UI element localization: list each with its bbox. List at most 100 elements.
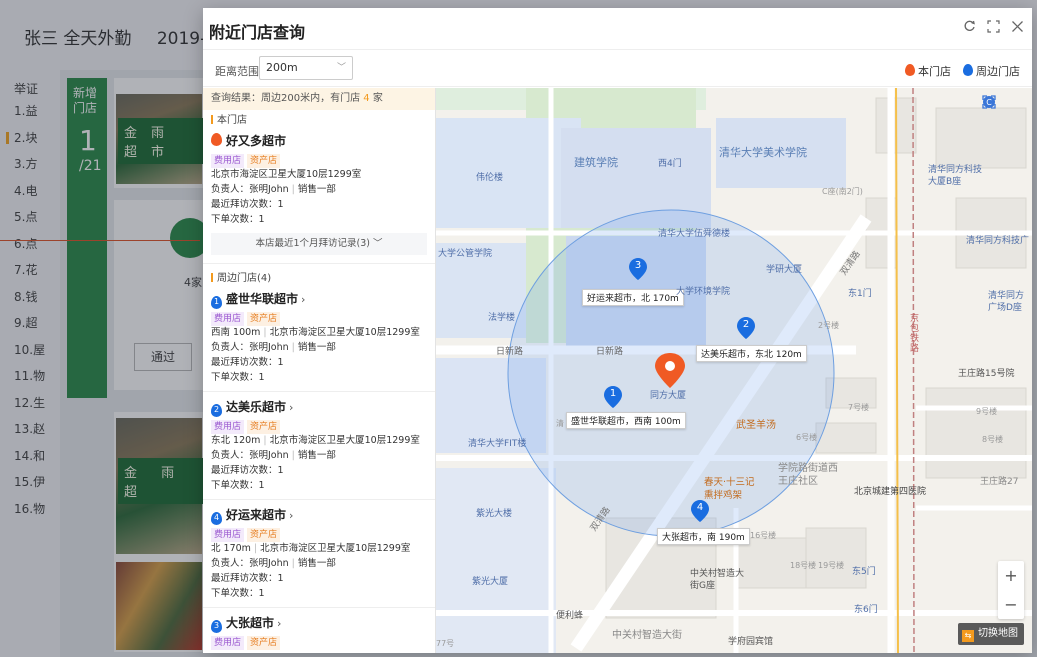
map-label: 学府园宾馆 <box>728 637 774 647</box>
map-label: 学院路街道西王庄社区 <box>778 463 838 487</box>
store-distance-address: 北 170m | 北京市海淀区卫星大厦10层1299室 <box>211 543 411 554</box>
chevron-right-icon: › <box>277 617 282 630</box>
nearby-store-pin-4[interactable]: 4 <box>691 500 709 522</box>
map-label: 16号楼 <box>750 531 777 540</box>
store-orders: 下单次数：1 <box>211 372 265 383</box>
zoom-in-button[interactable]: + <box>998 561 1024 590</box>
map-label: 学研大厦 <box>766 265 803 275</box>
store-owner-row: 负责人：张明John | 销售一部 <box>211 342 336 353</box>
orange-pin-icon <box>905 64 915 76</box>
map-label: 王庄路27 <box>980 477 1019 487</box>
map-label: 东1门 <box>848 289 872 299</box>
result-count: 4 <box>363 93 370 104</box>
map-label: 中关村智造大街G座 <box>690 569 745 591</box>
tag-fee-store: 费用店 <box>211 528 245 542</box>
blue-pin-icon <box>963 64 973 76</box>
store-address: 北京市海淀区卫星大厦10层1299室 <box>269 327 420 338</box>
chevron-down-icon: ﹀ <box>336 63 346 73</box>
switch-icon: ⇆ <box>962 630 974 642</box>
map-label: 同方大厦 <box>650 391 687 401</box>
map-label: 大学公管学院 <box>438 249 493 259</box>
numbered-pin-icon: 1 <box>211 296 222 309</box>
nearby-store-name: 大张超市 <box>226 616 275 630</box>
store-distance: 西南 100m <box>211 327 261 338</box>
store-owner-row: 负责人：张明John | 销售一部 <box>211 450 336 461</box>
nearby-store-card[interactable]: 1 盛世华联超市 › 费用店 资产店 西南 100m | 北京市海淀区卫星大厦10层1299室… <box>203 290 435 392</box>
map-label: 京包铁路 <box>910 314 920 354</box>
map-label: 建筑学院 <box>574 156 618 169</box>
store-visits: 最近拜访次数：1 <box>211 573 284 584</box>
map-label: 王庄路15号院 <box>958 369 1015 379</box>
map-legend: 本门店 周边门店 <box>905 63 1020 79</box>
tag-asset-store: 资产店 <box>247 420 281 434</box>
store-tags: 费用店 资产店 <box>211 310 427 326</box>
map-label: 春天·十三记熏拌鸡架 <box>704 477 755 501</box>
map-label: 清华大学伍舜德楼 <box>658 229 731 239</box>
map-label: 6号楼 <box>796 433 818 442</box>
chevron-right-icon: › <box>301 293 306 306</box>
store-visits: 最近拜访次数：1 <box>211 357 284 368</box>
location-pin-icon <box>211 133 222 146</box>
map-label: 武圣羊汤 <box>736 420 776 431</box>
fullscreen-icon[interactable] <box>986 20 1000 34</box>
distance-select[interactable]: 200m ﹀ <box>259 56 353 80</box>
map-fullscreen-icon[interactable] <box>982 95 1022 109</box>
nearby-store-pin-2[interactable]: 2 <box>737 317 755 339</box>
store-orders: 下单次数：1 <box>211 480 265 491</box>
nearby-section-label: 周边门店(4) <box>203 268 435 290</box>
nearby-store-card[interactable]: 4 好运来超市 › 费用店 资产店北 170m | 北京市海淀区卫星大厦10层1299室 负责… <box>203 500 435 608</box>
nearby-store-name: 盛世华联超市 <box>226 292 299 306</box>
query-result-bar: 查询结果：周边200米内，有门店 4 家 <box>203 88 435 110</box>
modal-title: 附近门店查询 <box>209 23 306 42</box>
store-tags: 费用店 资产店 <box>211 152 427 168</box>
nearby-store-name-row[interactable]: 2 达美乐超市 › <box>211 398 427 417</box>
switch-map-button[interactable]: ⇆ 切换地图 <box>958 623 1024 645</box>
store-address: 北京市海淀区卫星大厦10层1299室 <box>211 169 362 180</box>
nearby-store-pin-1[interactable]: 1 <box>604 386 622 408</box>
store-address: 北京市海淀区卫星大厦10层1299室 <box>260 543 411 554</box>
map-label: 清 <box>556 419 564 428</box>
distance-select-value: 200m <box>266 61 298 74</box>
map-label: 18号楼 <box>790 561 817 570</box>
zoom-control: + − <box>998 561 1024 619</box>
map-label: 清华同方科技大厦B座 <box>928 165 983 187</box>
distance-label: 距离范围 <box>215 65 259 78</box>
map-label: 便利蜂 <box>556 611 584 621</box>
tag-asset-store: 资产店 <box>247 154 281 168</box>
map-label: 清华大学美术学院 <box>719 146 807 159</box>
refresh-icon[interactable] <box>962 20 976 34</box>
zoom-out-button[interactable]: − <box>998 590 1024 619</box>
callout-store-3: 好运来超市，北 170m <box>582 289 684 306</box>
store-distance: 北 170m <box>211 543 251 554</box>
numbered-pin-icon: 4 <box>211 512 222 525</box>
chevron-right-icon: › <box>289 401 294 414</box>
store-visits: 最近拜访次数：1 <box>211 465 284 476</box>
map-label: 伟伦楼 <box>476 173 504 183</box>
map-label: 北京城建第四医院 <box>854 487 927 497</box>
nearby-store-pin-3[interactable]: 3 <box>629 258 647 280</box>
self-store-card[interactable]: 好又多超市 费用店 资产店 北京市海淀区卫星大厦10层1299室 负责人：张明Jo… <box>203 132 435 264</box>
nearby-store-name-row[interactable]: 4 好运来超市 › <box>211 506 427 525</box>
chevron-down-icon: ﹀ <box>373 238 383 249</box>
close-icon[interactable] <box>1010 20 1024 34</box>
visit-history-toggle[interactable]: 本店最近1个月拜访记录(3) ﹀ <box>211 233 427 255</box>
tag-asset-store: 资产店 <box>247 636 281 650</box>
nearby-store-name-row[interactable]: 3 大张超市 › <box>211 614 427 633</box>
store-owner-row: 负责人：张明John | 销售一部 <box>211 558 336 569</box>
map-label: 清华同方科技广 <box>966 236 1030 246</box>
map-view[interactable]: 1 2 3 4 盛世华联超市，西南 100m 达美乐超市，东北 120m 好运来… <box>436 88 1032 653</box>
numbered-pin-icon: 2 <box>211 404 222 417</box>
nearby-store-name: 好运来超市 <box>226 508 287 522</box>
filter-bar: 距离范围 200m ﹀ 本门店 周边门店 <box>203 51 1032 87</box>
store-distance-address: 东北 120m | 北京市海淀区卫星大厦10层1299室 <box>211 435 420 446</box>
callout-store-2: 达美乐超市，东北 120m <box>696 345 807 362</box>
nearby-store-card[interactable]: 3 大张超市 › 费用店 资产店 <box>203 608 435 653</box>
store-distance-address: 西南 100m | 北京市海淀区卫星大厦10层1299室 <box>211 327 420 338</box>
map-label: 8号楼 <box>982 435 1004 444</box>
store-list-panel[interactable]: 查询结果：周边200米内，有门店 4 家 本门店 好又多超市 费用店 资产店 北京… <box>203 88 436 653</box>
map-label: 清华大学FIT楼 <box>468 439 527 449</box>
nearby-store-name-row[interactable]: 1 盛世华联超市 › <box>211 290 427 309</box>
nearby-store-card[interactable]: 2 达美乐超市 › 费用店 资产店 东北 120m | 北京市海淀区卫星大厦10层1299室负… <box>203 392 435 500</box>
callout-store-4: 大张超市，南 190m <box>657 528 750 545</box>
map-label: 中关村智造大街 <box>612 630 682 641</box>
